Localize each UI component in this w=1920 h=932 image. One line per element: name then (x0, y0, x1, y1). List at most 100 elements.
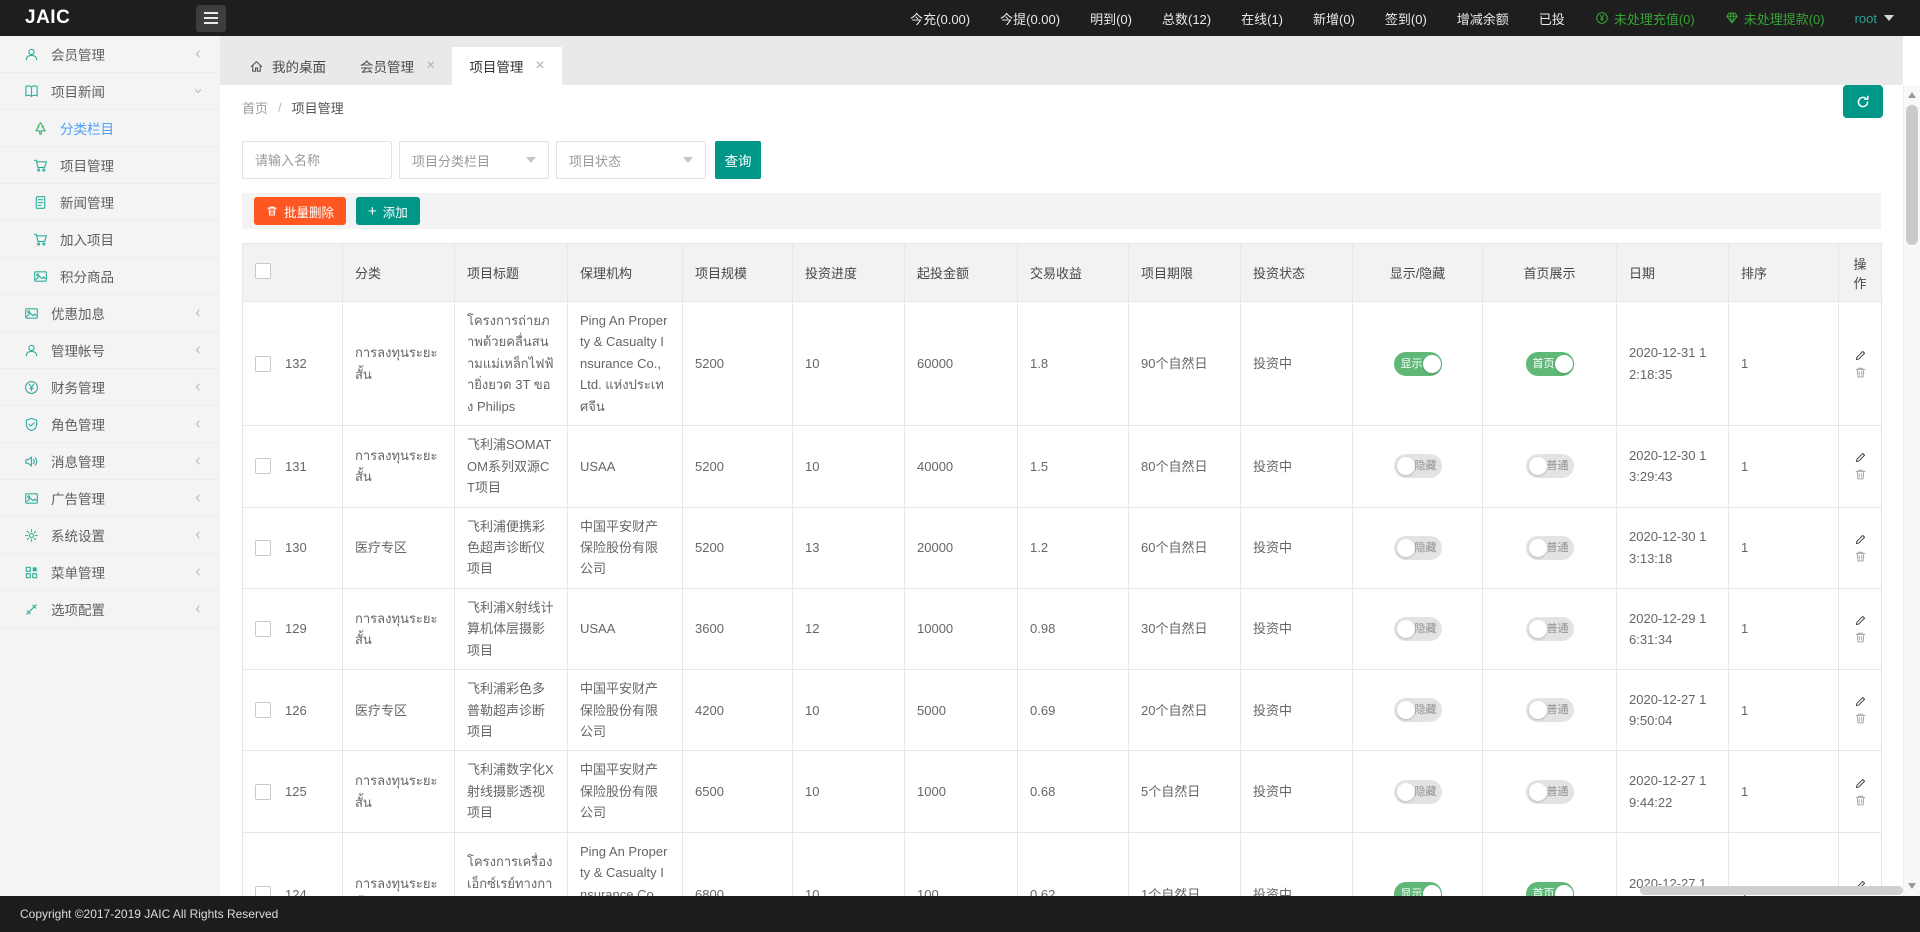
sidebar-item-option-config[interactable]: 选项配置 (0, 591, 220, 628)
delete-button[interactable] (1854, 550, 1867, 563)
edit-button[interactable] (1854, 695, 1867, 708)
visibility-toggle[interactable]: 隐藏 (1394, 536, 1442, 560)
delete-button[interactable] (1854, 366, 1867, 379)
gem-icon (1725, 11, 1739, 25)
delete-button[interactable] (1854, 468, 1867, 481)
sidebar-item-project-news[interactable]: 项目新闻 (0, 73, 220, 110)
edit-button[interactable] (1854, 614, 1867, 627)
topbar-stat[interactable]: 在线(1) (1241, 9, 1283, 28)
refresh-button[interactable] (1843, 85, 1883, 118)
visibility-toggle[interactable]: 隐藏 (1394, 454, 1442, 478)
switch-knob (1397, 457, 1415, 475)
sidebar-item-discount-interest[interactable]: 优惠加息 (0, 295, 220, 332)
batch-delete-button[interactable]: 批量删除 (254, 197, 346, 225)
tab-project[interactable]: 项目管理× (452, 47, 561, 85)
tab-close-icon[interactable]: × (535, 58, 544, 74)
cell-id: 126 (243, 670, 343, 751)
horizontal-scrollbar-thumb[interactable] (1640, 886, 1903, 895)
pending-withdraw-alert[interactable]: 未处理提款(0) (1725, 9, 1825, 28)
select-all-checkbox[interactable] (255, 263, 271, 279)
cell-id: 132 (243, 302, 343, 426)
cell-status: 投资中 (1241, 302, 1353, 426)
pencil-icon (1854, 451, 1867, 464)
search-button[interactable]: 查询 (715, 141, 761, 179)
visibility-toggle[interactable]: 隐藏 (1394, 698, 1442, 722)
sidebar-item-finance-management[interactable]: 财务管理 (0, 369, 220, 406)
topbar-stat[interactable]: 签到(0) (1385, 9, 1427, 28)
column-header-10: 显示/隐藏 (1353, 244, 1483, 302)
row-checkbox[interactable] (255, 540, 271, 556)
home-display-toggle[interactable]: 普通 (1526, 698, 1574, 722)
sidebar-item-menu-management[interactable]: 菜单管理 (0, 554, 220, 591)
topbar-stat[interactable]: 新增(0) (1313, 9, 1355, 28)
scroll-up-arrow[interactable] (1904, 87, 1920, 103)
topbar-stat[interactable]: 已投 (1539, 9, 1565, 28)
caret-down-icon (1884, 15, 1894, 21)
row-checkbox[interactable] (255, 458, 271, 474)
sidebar-item-admin-accounts[interactable]: 管理帐号 (0, 332, 220, 369)
book-icon (24, 84, 39, 99)
topbar-stat[interactable]: 明到(0) (1090, 9, 1132, 28)
sidebar-item-member-management[interactable]: 会员管理 (0, 36, 220, 73)
home-display-toggle[interactable]: 普通 (1526, 454, 1574, 478)
cell-min-invest: 10000 (905, 588, 1018, 669)
topbar-stat[interactable]: 今充(0.00) (910, 9, 970, 28)
row-checkbox[interactable] (255, 702, 271, 718)
sidebar-item-role-management[interactable]: 角色管理 (0, 406, 220, 443)
column-header-13: 排序 (1729, 244, 1839, 302)
row-checkbox[interactable] (255, 621, 271, 637)
sidebar-item-category-columns[interactable]: 分类栏目 (0, 110, 220, 147)
name-search-input[interactable] (242, 141, 392, 179)
edit-button[interactable] (1854, 777, 1867, 790)
tab-close-icon[interactable]: × (426, 58, 435, 74)
sidebar-item-message-management[interactable]: 消息管理 (0, 443, 220, 480)
add-button[interactable]: + 添加 (356, 197, 420, 225)
sidebar-item-system-settings[interactable]: 系统设置 (0, 517, 220, 554)
cell-id: 125 (243, 751, 343, 832)
breadcrumb-home[interactable]: 首页 (242, 98, 268, 117)
tab-desktop[interactable]: 我的桌面 (232, 47, 343, 85)
sidebar-item-label: 积分商品 (60, 266, 204, 286)
vertical-scrollbar-thumb[interactable] (1906, 105, 1918, 245)
pending-recharge-alert[interactable]: 未处理充值(0) (1595, 9, 1695, 28)
row-checkbox[interactable] (255, 356, 271, 372)
chevron-down-icon (683, 157, 693, 163)
sidebar-item-project-management[interactable]: 项目管理 (0, 147, 220, 184)
home-display-toggle[interactable]: 普通 (1526, 536, 1574, 560)
edit-button[interactable] (1854, 451, 1867, 464)
scroll-down-arrow[interactable] (1904, 878, 1920, 894)
home-display-toggle[interactable]: 首页 (1526, 352, 1574, 376)
sidebar-item-news-management[interactable]: 新闻管理 (0, 184, 220, 221)
topbar-stat[interactable]: 增减余额 (1457, 9, 1509, 28)
cell-id: 130 (243, 507, 343, 588)
column-header-3: 保理机构 (568, 244, 683, 302)
cell-home: 普通 (1483, 588, 1617, 669)
topbar-stat[interactable]: 总数(12) (1162, 9, 1211, 28)
sidebar-item-points-goods[interactable]: 积分商品 (0, 258, 220, 295)
topbar-stat[interactable]: 今提(0.00) (1000, 9, 1060, 28)
user-menu[interactable]: root (1855, 11, 1894, 26)
visibility-toggle[interactable]: 显示 (1394, 352, 1442, 376)
menu-toggle-button[interactable] (196, 5, 226, 32)
row-checkbox[interactable] (255, 784, 271, 800)
sidebar-item-join-project[interactable]: 加入项目 (0, 221, 220, 258)
visibility-toggle[interactable]: 隐藏 (1394, 780, 1442, 804)
delete-button[interactable] (1854, 794, 1867, 807)
home-display-toggle[interactable]: 普通 (1526, 780, 1574, 804)
tab-member[interactable]: 会员管理× (343, 47, 452, 85)
cell-visibility: 隐藏 (1353, 751, 1483, 832)
edit-button[interactable] (1854, 533, 1867, 546)
delete-button[interactable] (1854, 712, 1867, 725)
status-select[interactable]: 项目状态 (556, 141, 706, 179)
cell-home: 普通 (1483, 670, 1617, 751)
cell-category: การลงทุนระยะสั้น (343, 588, 455, 669)
delete-button[interactable] (1854, 631, 1867, 644)
pencil-icon (1854, 349, 1867, 362)
vertical-scrollbar (1903, 85, 1920, 896)
home-display-toggle[interactable]: 普通 (1526, 617, 1574, 641)
category-select[interactable]: 项目分类栏目 (399, 141, 549, 179)
sidebar-item-ad-management[interactable]: 广告管理 (0, 480, 220, 517)
edit-button[interactable] (1854, 349, 1867, 362)
visibility-toggle[interactable]: 隐藏 (1394, 617, 1442, 641)
switch-label: 显示 (1401, 355, 1423, 373)
